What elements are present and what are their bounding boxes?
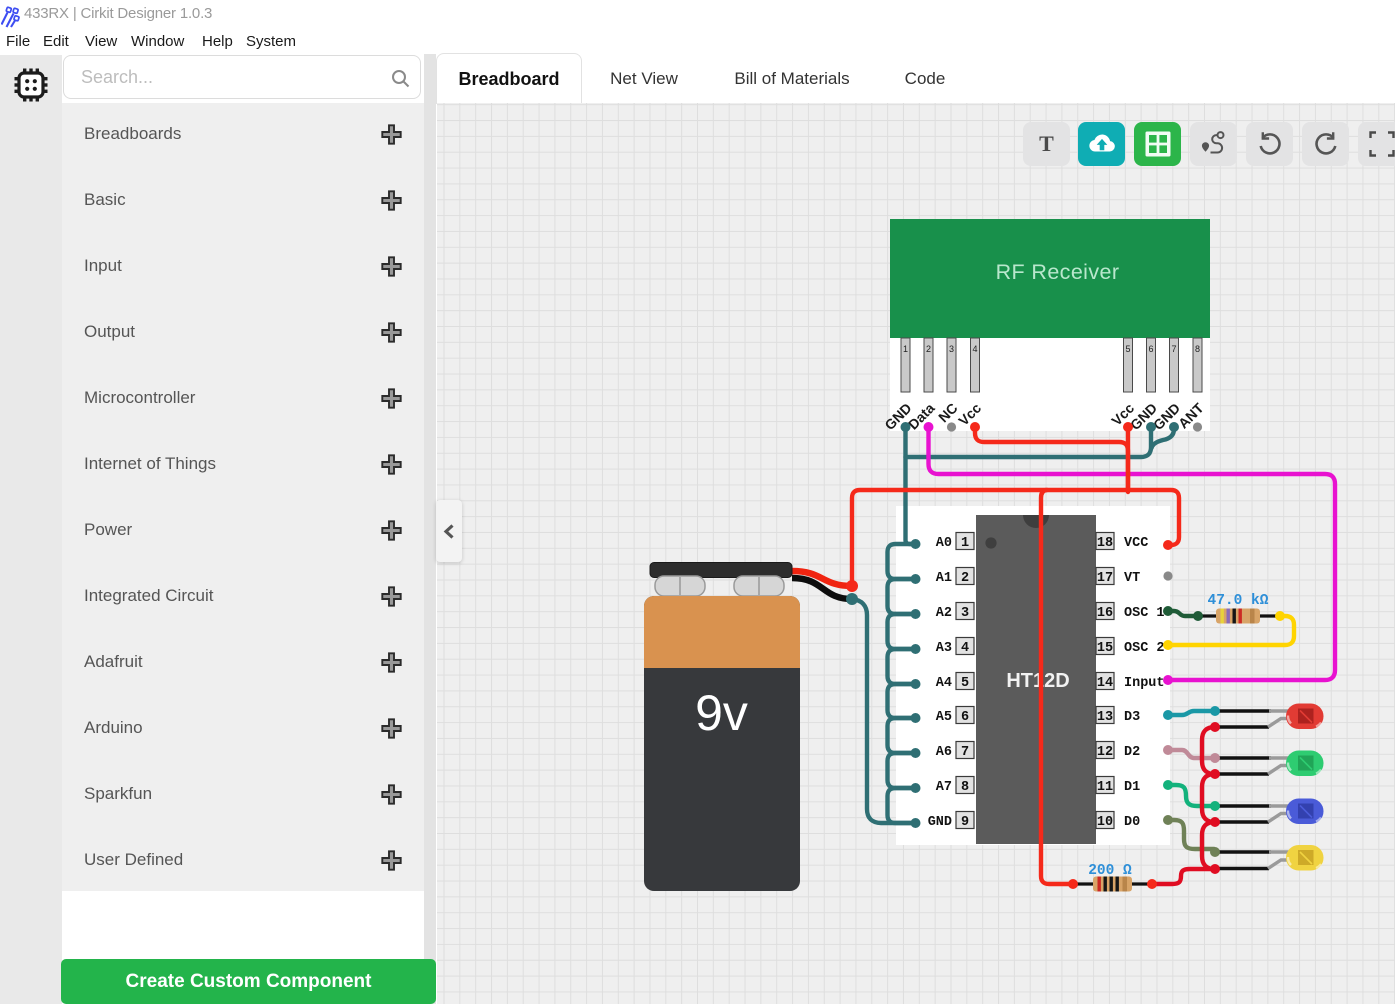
svg-text:18: 18 <box>1097 536 1113 551</box>
svg-text:A7: A7 <box>936 780 952 795</box>
svg-text:6: 6 <box>1148 344 1153 354</box>
svg-text:3: 3 <box>949 344 954 354</box>
svg-text:Input: Input <box>1124 676 1165 691</box>
svg-text:OSC 2: OSC 2 <box>1124 641 1165 656</box>
svg-text:17: 17 <box>1097 571 1113 586</box>
svg-text:A6: A6 <box>936 745 952 760</box>
svg-text:A0: A0 <box>936 536 952 551</box>
svg-text:7: 7 <box>961 745 969 760</box>
svg-text:47.0 kΩ: 47.0 kΩ <box>1208 593 1269 609</box>
svg-text:4: 4 <box>972 344 977 354</box>
svg-text:10: 10 <box>1097 815 1113 830</box>
svg-text:5: 5 <box>961 676 969 691</box>
svg-text:VCC: VCC <box>1124 536 1148 551</box>
svg-text:OSC 1: OSC 1 <box>1124 606 1165 621</box>
svg-text:15: 15 <box>1097 641 1113 656</box>
svg-text:A4: A4 <box>936 676 952 691</box>
svg-text:200 Ω: 200 Ω <box>1088 863 1132 879</box>
svg-text:A3: A3 <box>936 641 952 656</box>
svg-text:14: 14 <box>1097 676 1113 691</box>
svg-text:D1: D1 <box>1124 780 1140 795</box>
svg-text:12: 12 <box>1097 745 1113 760</box>
svg-text:3: 3 <box>961 606 969 621</box>
svg-text:GND: GND <box>928 815 952 830</box>
svg-text:2: 2 <box>926 344 931 354</box>
svg-text:6: 6 <box>961 710 969 725</box>
svg-text:9: 9 <box>961 815 969 830</box>
svg-text:A5: A5 <box>936 710 952 725</box>
svg-text:HT12D: HT12D <box>1006 670 1069 692</box>
svg-text:11: 11 <box>1097 780 1113 795</box>
svg-text:8: 8 <box>961 780 969 795</box>
svg-text:VT: VT <box>1124 571 1140 586</box>
svg-text:4: 4 <box>961 641 969 656</box>
svg-text:2: 2 <box>961 571 969 586</box>
svg-text:1: 1 <box>903 344 908 354</box>
svg-text:9v: 9v <box>695 685 748 741</box>
svg-text:RF Receiver: RF Receiver <box>996 260 1120 284</box>
svg-text:13: 13 <box>1097 710 1113 725</box>
svg-text:A1: A1 <box>936 571 952 586</box>
svg-text:16: 16 <box>1097 606 1113 621</box>
svg-text:8: 8 <box>1195 344 1200 354</box>
svg-text:D0: D0 <box>1124 815 1140 830</box>
svg-text:7: 7 <box>1171 344 1176 354</box>
svg-text:D3: D3 <box>1124 710 1140 725</box>
svg-text:D2: D2 <box>1124 745 1140 760</box>
svg-text:A2: A2 <box>936 606 952 621</box>
svg-text:5: 5 <box>1125 344 1130 354</box>
svg-text:1: 1 <box>961 536 969 551</box>
